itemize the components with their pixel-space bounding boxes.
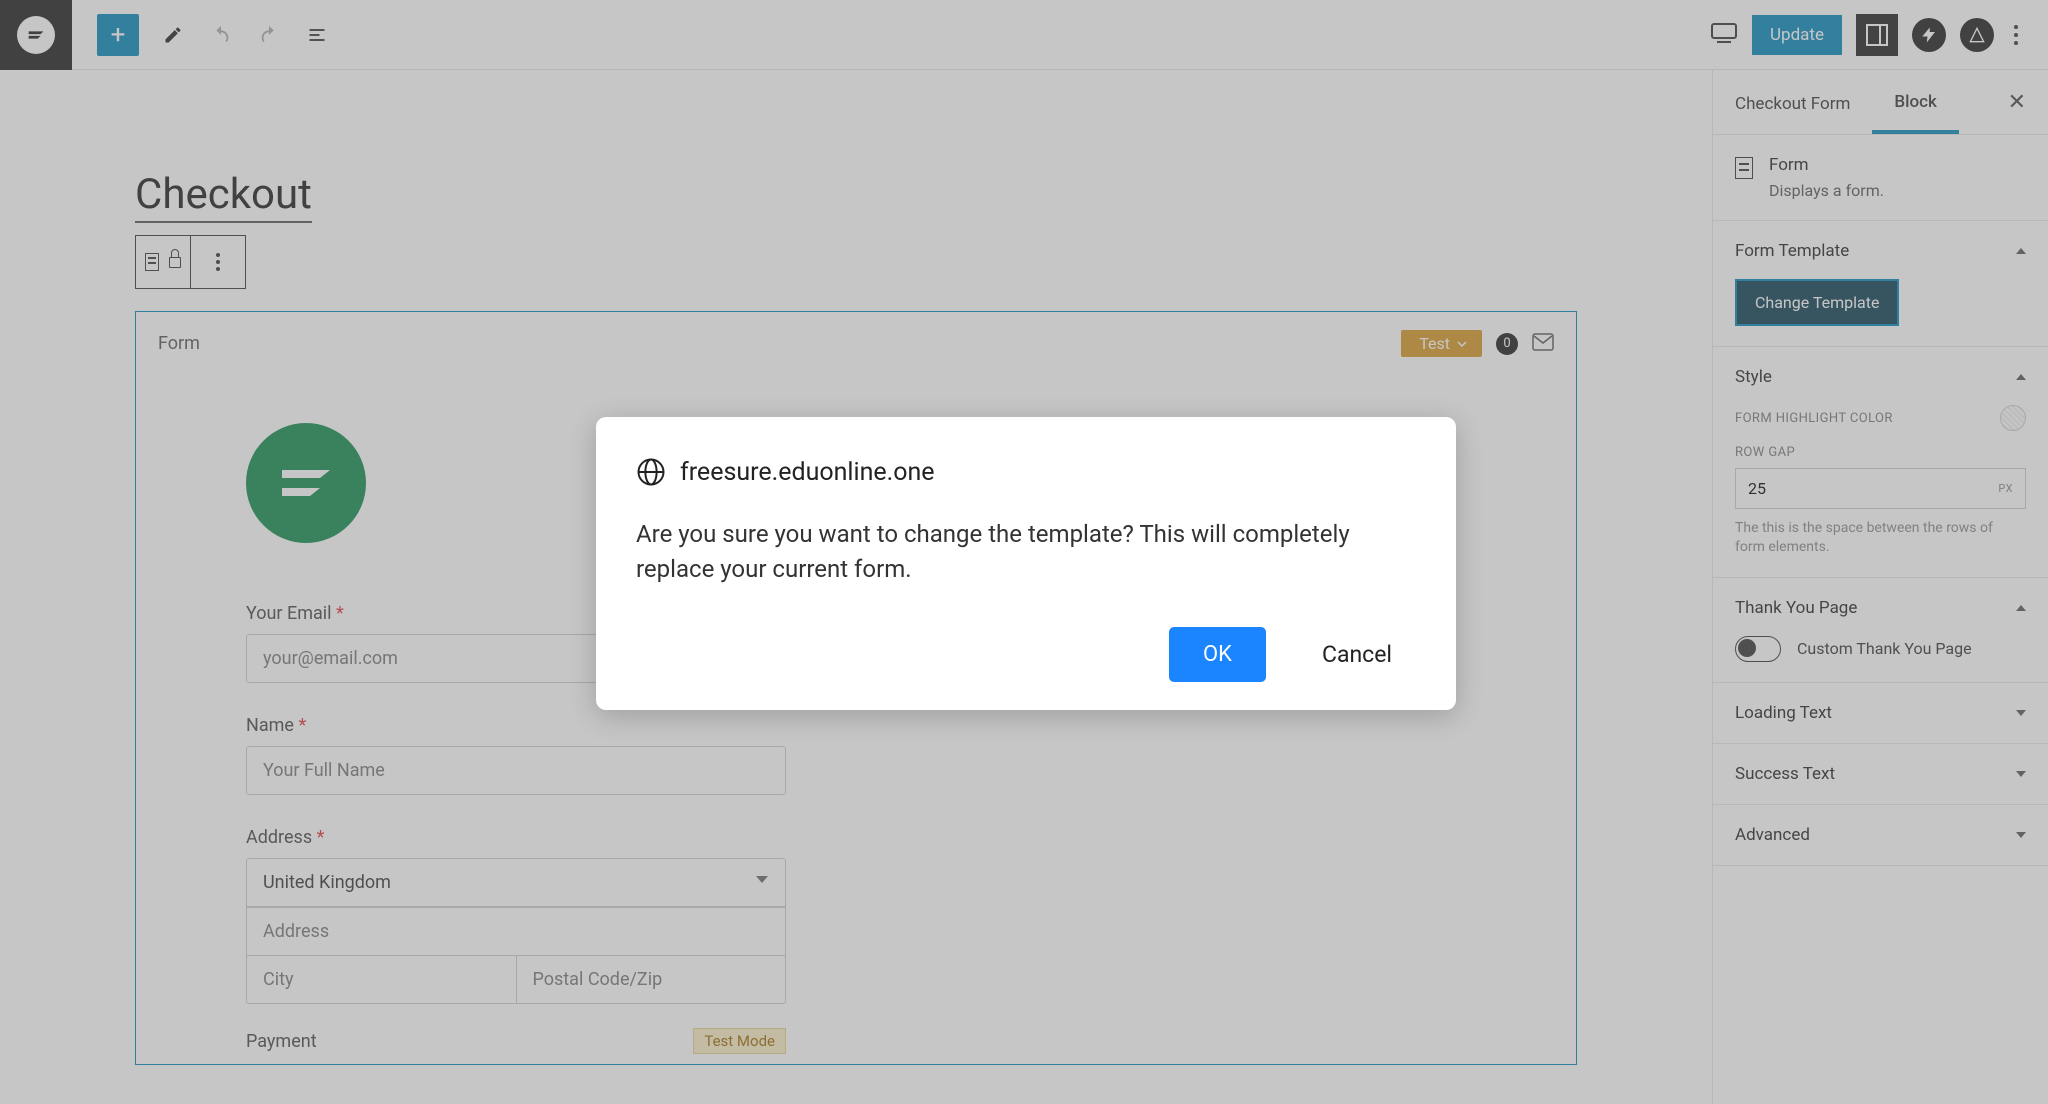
dialog-message: Are you sure you want to change the temp…	[636, 517, 1416, 587]
globe-icon	[636, 457, 666, 487]
confirm-dialog: freesure.eduonline.one Are you sure you …	[596, 417, 1456, 710]
dialog-cancel-button[interactable]: Cancel	[1322, 641, 1392, 668]
dialog-ok-button[interactable]: OK	[1169, 627, 1266, 682]
dialog-domain: freesure.eduonline.one	[680, 458, 935, 487]
